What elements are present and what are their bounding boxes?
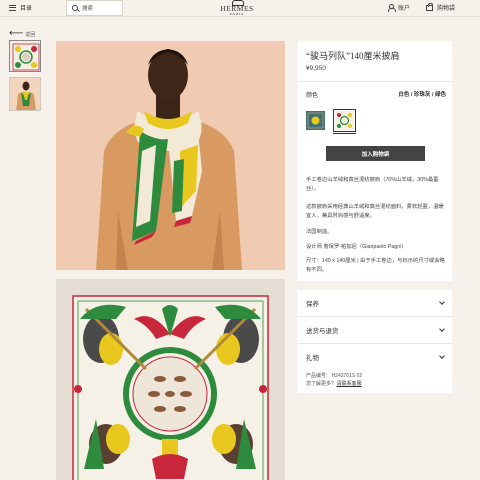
accordion-delivery-label: 送货与退货 <box>306 328 339 335</box>
account-label: 账户 <box>397 6 410 12</box>
description-origin: 法国制造。 <box>306 229 333 235</box>
divider <box>298 81 452 82</box>
accordion-care-label: 保养 <box>306 301 319 308</box>
search-input[interactable]: 搜索 <box>66 0 123 16</box>
product-code-line: 产品编号: H243761S 02 <box>306 372 362 379</box>
brand-name: HERMES <box>220 4 254 13</box>
menu-button[interactable]: 目录 <box>9 3 32 12</box>
bag-label: 购物袋 <box>436 6 455 12</box>
selected-underline <box>333 133 356 134</box>
description-designer: 设计师 詹保罗·帕加尼（Gianpaolo Pagni） <box>306 244 407 250</box>
accordion-gift-label: 礼物 <box>306 355 319 362</box>
accordion-gift[interactable]: 礼物 <box>306 352 446 362</box>
product-code: H243761S 02 <box>331 373 363 379</box>
brand-logo[interactable]: HERMES PARIS <box>217 0 257 16</box>
model-photo <box>56 41 285 270</box>
color-label: 颜色 <box>306 93 319 99</box>
thumbnail-model[interactable] <box>9 77 41 111</box>
color-swatch-option[interactable] <box>306 111 325 130</box>
back-label: 返回 <box>25 31 36 38</box>
product-price: ¥9,950 <box>306 65 326 72</box>
contact-line: 您了解更多? 请联系客服 <box>306 380 362 387</box>
accordion-delivery[interactable]: 送货与退货 <box>306 325 446 335</box>
description-details: 这款披肩采用经典山羊绒和真丝混纺面料，柔软轻盈，温暖宜人，兼具时尚感与舒适度。 <box>306 204 444 219</box>
site-header: 目录 搜索 HERMES PARIS 账户 购物袋 <box>0 0 480 17</box>
description-size: 尺寸：140 x 140厘米 | 由于手工卷边，与标示的尺寸或会略有不同。 <box>306 258 445 273</box>
more-question: 您了解更多? <box>306 381 334 387</box>
scarf-thumbnail-image <box>12 43 40 71</box>
color-row: 颜色 白色 / 珍珠灰 / 绿色 <box>306 90 446 99</box>
menu-label: 目录 <box>20 6 33 12</box>
account-button[interactable]: 账户 <box>387 3 410 12</box>
chevron-down-icon <box>439 353 445 359</box>
scarf-photo <box>56 279 285 480</box>
add-to-bag-button[interactable]: 加入购物袋 <box>326 146 425 161</box>
model-thumbnail-image <box>10 78 40 110</box>
chevron-down-icon <box>439 326 445 332</box>
color-value: 白色 / 珍珠灰 / 绿色 <box>398 92 446 98</box>
search-placeholder: 搜索 <box>82 6 94 12</box>
thumbnail-scarf[interactable] <box>9 40 41 72</box>
description-composition: 手工卷边山羊绒和真丝混纺披肩（70%山羊绒，30%桑蚕丝）。 <box>306 177 439 192</box>
carriage-logo-icon <box>217 0 257 6</box>
arrow-left-icon: ⟵ <box>9 28 24 39</box>
swatch-image <box>306 111 325 130</box>
shopping-bag-icon <box>425 3 434 11</box>
accordion-care[interactable]: 保养 <box>306 298 446 308</box>
bag-button[interactable]: 购物袋 <box>425 3 455 12</box>
account-icon <box>387 4 396 12</box>
product-card: “骏马列队”140厘米披肩 ¥9,950 颜色 白色 / 珍珠灰 / 绿色 加入… <box>298 41 452 281</box>
divider <box>298 343 452 344</box>
product-title: “骏马列队”140厘米披肩 <box>306 51 400 61</box>
back-link[interactable]: ⟵ 返回 <box>9 28 36 39</box>
hamburger-icon <box>9 4 16 11</box>
contact-link[interactable]: 请联系客服 <box>337 381 362 387</box>
chevron-down-icon <box>439 299 445 305</box>
divider <box>298 316 452 317</box>
color-swatch-selected[interactable] <box>333 109 356 132</box>
info-accordion: 保养 送货与退货 礼物 产品编号: H243761S 02 您了解更多? 请联系… <box>298 290 452 393</box>
swatch-image <box>335 111 354 130</box>
product-code-label: 产品编号: <box>306 373 328 379</box>
product-image-model[interactable] <box>56 41 285 270</box>
search-icon <box>72 5 78 11</box>
product-image-scarf[interactable] <box>56 279 285 480</box>
